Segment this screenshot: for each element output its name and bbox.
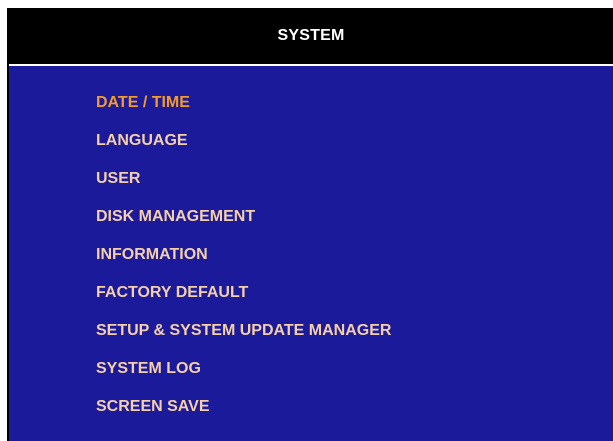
- menu-item-language[interactable]: LANGUAGE: [96, 130, 391, 168]
- system-menu-window: SYSTEM DATE / TIME LANGUAGE USER DISK MA…: [7, 8, 613, 441]
- screen: SYSTEM DATE / TIME LANGUAGE USER DISK MA…: [0, 0, 613, 441]
- menu-item-user[interactable]: USER: [96, 168, 391, 206]
- title-bar: SYSTEM: [9, 10, 613, 66]
- system-menu-list: DATE / TIME LANGUAGE USER DISK MANAGEMEN…: [96, 92, 391, 434]
- menu-item-screen-save[interactable]: SCREEN SAVE: [96, 396, 391, 434]
- menu-item-date-time[interactable]: DATE / TIME: [96, 92, 391, 130]
- menu-item-information[interactable]: INFORMATION: [96, 244, 391, 282]
- menu-item-disk-management[interactable]: DISK MANAGEMENT: [96, 206, 391, 244]
- menu-item-factory-default[interactable]: FACTORY DEFAULT: [96, 282, 391, 320]
- window-title: SYSTEM: [277, 27, 345, 44]
- menu-item-system-log[interactable]: SYSTEM LOG: [96, 358, 391, 396]
- menu-item-setup-system-update-manager[interactable]: SETUP & SYSTEM UPDATE MANAGER: [96, 320, 391, 358]
